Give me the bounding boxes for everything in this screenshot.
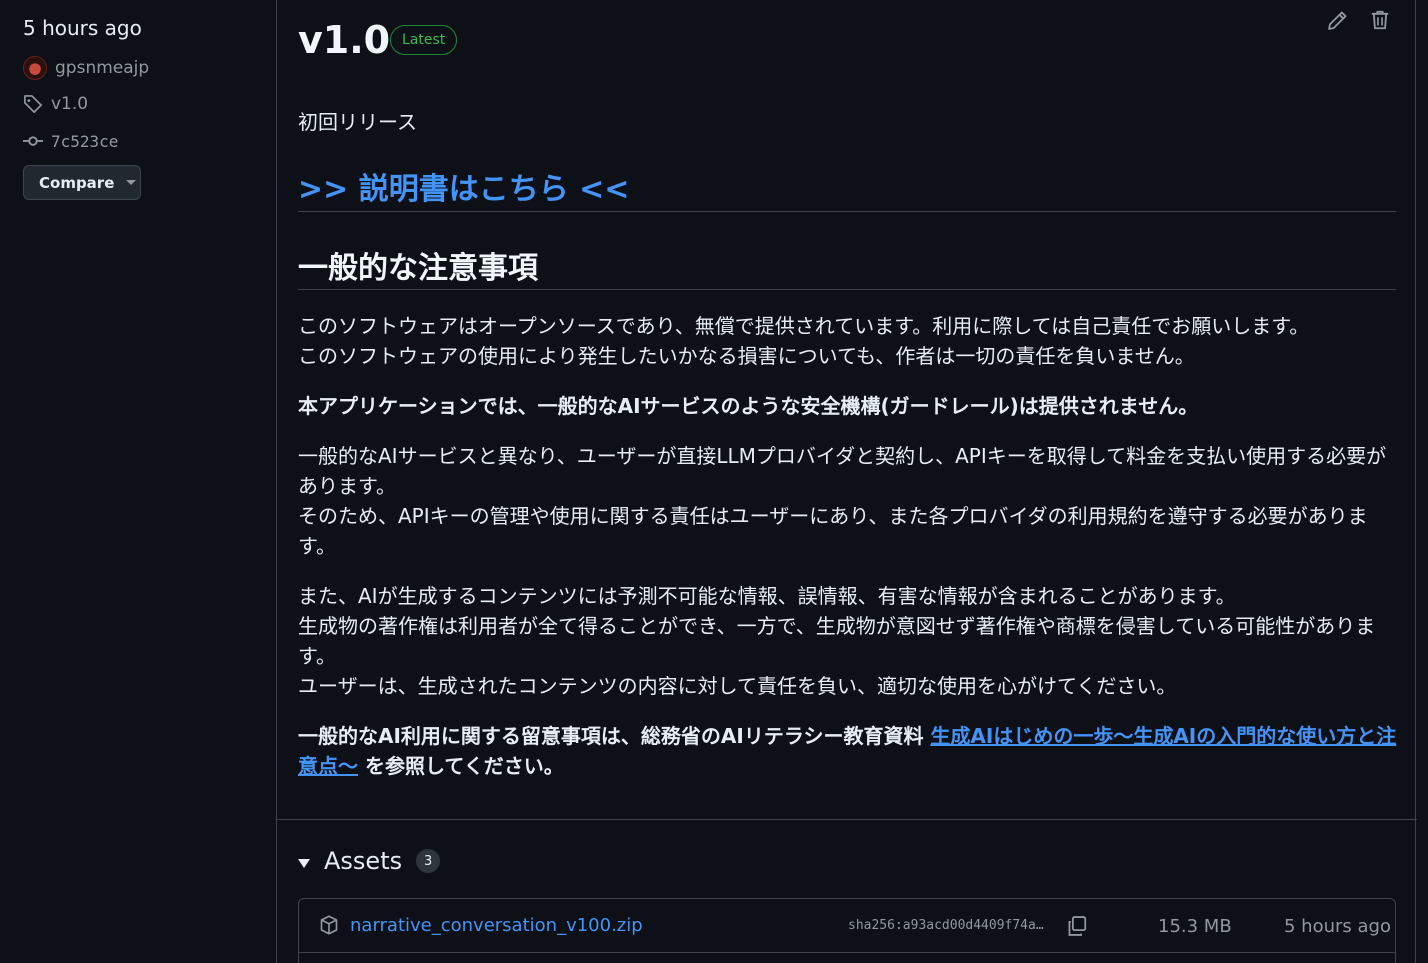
tag-icon (24, 95, 42, 113)
triangle-down-icon (298, 858, 310, 868)
assets-list: narrative_conversation_v100.zip sha256:a… (298, 898, 1396, 963)
asset-download-link[interactable]: narrative_conversation_v100.zip (350, 915, 643, 936)
release-intro: 初回リリース (298, 110, 417, 134)
copy-icon[interactable] (1066, 915, 1088, 937)
latest-badge: Latest (390, 25, 458, 55)
paragraph-line: また、AIが生成するコンテンツには予測不可能な情報、誤情報、有害な情報が含まれる… (298, 584, 1236, 608)
chevron-down-icon (126, 180, 137, 185)
section-divider (298, 289, 1396, 290)
author-name: gpsnmeajp (55, 58, 150, 78)
trash-icon[interactable] (1369, 9, 1391, 31)
section-heading: 一般的な注意事項 (298, 251, 538, 286)
assets-count: 3 (416, 849, 441, 873)
author-link[interactable]: gpsnmeajp (23, 56, 149, 80)
assets-toggle[interactable]: Assets 3 (298, 847, 441, 875)
tag-link[interactable]: v1.0 (23, 94, 88, 114)
reference-prefix: 一般的なAI利用に関する留意事項は、総務省のAIリテラシー教育資料 (298, 724, 931, 748)
paragraph-api: 一般的なAIサービスと異なり、ユーザーが直接LLMプロバイダと契約し、APIキー… (298, 441, 1398, 561)
commit-hash: 7c523ce (51, 131, 119, 151)
manual-link[interactable]: >> 説明書はこちら << (298, 164, 629, 208)
compare-button[interactable]: Compare (23, 165, 141, 200)
paragraph-line: そのため、APIキーの管理や使用に関する責任はユーザーにあり、また各プロバイダの… (298, 504, 1368, 558)
asset-time: 5 hours ago (1284, 916, 1391, 937)
reference-suffix: を参照してください。 (358, 754, 564, 778)
release-sidebar: 5 hours ago gpsnmeajp v1.0 7c523ce Compa… (0, 0, 276, 963)
paragraph-line: ユーザーは、生成されたコンテンツの内容に対して責任を負い、適切な使用を心がけてく… (298, 674, 1177, 698)
paragraph-disclaimer: このソフトウェアはオープンソースであり、無償で提供されています。利用に際しては自… (298, 311, 1398, 371)
commit-icon (23, 136, 43, 146)
pencil-icon[interactable] (1326, 10, 1348, 32)
avatar (23, 56, 47, 80)
tag-name: v1.0 (51, 94, 89, 114)
asset-row: narrative_conversation_v100.zip sha256:a… (299, 899, 1395, 953)
heading-divider (298, 211, 1396, 212)
release-card: v1.0 Latest 初回リリース >> 説明書はこちら << 一般的な注意事… (276, 0, 1417, 963)
commit-link[interactable]: 7c523ce (23, 131, 118, 151)
paragraph-line: 一般的なAIサービスと異なり、ユーザーが直接LLMプロバイダと契約し、APIキー… (298, 444, 1387, 498)
release-time: 5 hours ago (23, 16, 142, 40)
paragraph-reference: 一般的なAI利用に関する留意事項は、総務省のAIリテラシー教育資料 生成AIはじ… (298, 721, 1398, 781)
paragraph-line: このソフトウェアの使用により発生したいかなる損害についても、作者は一切の責任を負… (298, 344, 1195, 368)
release-title[interactable]: v1.0 (298, 18, 390, 62)
asset-sha: sha256:a93acd00d4409f74a… (848, 918, 1044, 933)
asset-size: 15.3 MB (1158, 916, 1232, 937)
paragraph-line: このソフトウェアはオープンソースであり、無償で提供されています。利用に際しては自… (298, 314, 1310, 338)
compare-label: Compare (39, 173, 115, 192)
paragraph-content: また、AIが生成するコンテンツには予測不可能な情報、誤情報、有害な情報が含まれる… (298, 581, 1398, 701)
assets-divider (277, 819, 1417, 820)
assets-title: Assets (324, 847, 403, 875)
paragraph-line: 生成物の著作権は利用者が全て得ることができ、一方で、生成物が意図せず著作権や商標… (298, 614, 1376, 668)
package-icon (320, 915, 338, 935)
paragraph-guardrail: 本アプリケーションでは、一般的なAIサービスのような安全機構(ガードレール)は提… (298, 394, 1199, 418)
release-page: 5 hours ago gpsnmeajp v1.0 7c523ce Compa… (0, 0, 1428, 963)
